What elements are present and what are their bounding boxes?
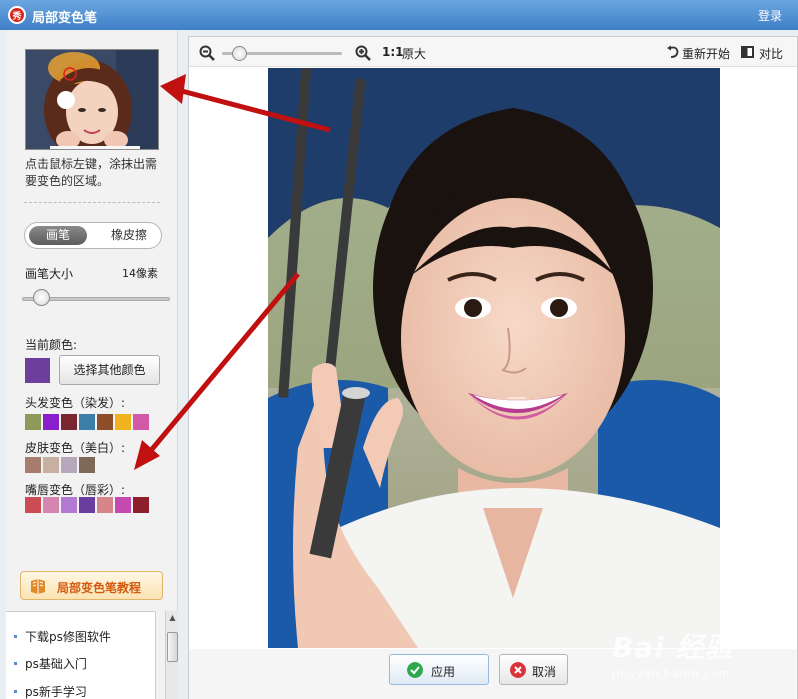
tutorial-label: 局部变色笔教程 [57,581,142,595]
skin-color-swatch[interactable] [79,457,95,473]
lip-color-swatch[interactable] [133,497,149,513]
apply-label: 应用 [431,665,456,679]
lip-color-swatches [25,497,149,513]
lip-color-swatch[interactable] [79,497,95,513]
brush-size-value: 14像素 [122,267,158,280]
current-color-label: 当前颜色: [25,338,78,352]
hair-color-swatch[interactable] [97,414,113,430]
restart-button[interactable]: 重新开始 [682,45,730,62]
title-bar: 秀 局部变色笔 登录 [0,0,798,30]
pick-other-color-button[interactable]: 选择其他颜色 [59,355,160,385]
link-item[interactable]: 下载ps修图软件 [14,628,154,648]
current-color-swatch [25,358,50,383]
hair-color-label: 头发变色（染发）: [25,396,126,410]
preview-thumbnail [25,49,159,150]
lip-color-swatch[interactable] [97,497,113,513]
window-title: 局部变色笔 [32,11,98,26]
canvas-toolbar: 1:1 原大 重新开始 对比 [189,37,797,67]
skin-color-swatch[interactable] [61,457,77,473]
book-icon [31,579,45,594]
skin-color-swatches [25,457,95,473]
zoom-slider-handle[interactable] [232,46,247,61]
divider [24,202,160,203]
close-icon [510,662,526,678]
skin-color-swatch[interactable] [43,457,59,473]
eraser-tool-button[interactable]: 橡皮擦 [99,226,159,245]
hair-color-swatch[interactable] [115,414,131,430]
hair-color-swatch[interactable] [79,414,95,430]
compare-button[interactable]: 对比 [759,45,783,62]
scroll-thumb[interactable] [167,632,178,662]
cancel-button[interactable]: 取消 [499,654,568,685]
lip-color-swatch[interactable] [115,497,131,513]
edited-photo[interactable] [268,68,720,648]
link-item[interactable]: ps新手学习 [14,683,154,699]
app-logo-char: 秀 [12,12,22,22]
skin-color-swatch[interactable] [25,457,41,473]
login-link[interactable]: 登录 [758,7,782,24]
related-links-list: 下载ps修图软件 ps基础入门 ps新手学习 [6,611,156,699]
hair-color-swatch[interactable] [25,414,41,430]
scroll-up-icon[interactable]: ▲ [166,613,179,623]
app-logo-icon: 秀 [8,6,26,24]
preview-portrait-image [26,50,158,149]
links-scrollbar[interactable]: ▲ [165,611,178,699]
cancel-label: 取消 [532,665,557,679]
main-canvas-area: 1:1 原大 重新开始 对比 应用 取消 [188,36,798,699]
zoom-in-icon[interactable] [355,45,371,61]
hair-color-swatch[interactable] [43,414,59,430]
original-size-button[interactable]: 原大 [402,45,426,62]
skin-color-label: 皮肤变色（美白）: [25,441,126,455]
checkmark-icon [407,662,423,678]
lip-color-swatch[interactable] [61,497,77,513]
hair-color-swatch[interactable] [61,414,77,430]
watermark-main: Bai 经验 [612,631,734,664]
zoom-out-icon[interactable] [199,45,215,61]
tool-toggle: 画笔 橡皮擦 [24,222,162,249]
original-size-ratio[interactable]: 1:1 [382,45,404,59]
tutorial-button[interactable]: 局部变色笔教程 [20,571,163,600]
baidu-watermark: Bai 经验 jingyan.baidu.com [612,626,762,686]
restart-icon[interactable] [666,45,680,59]
lip-color-swatch[interactable] [43,497,59,513]
instruction-text: 点击鼠标左键，涂抹出需要变色的区域。 [25,157,158,188]
compare-icon[interactable] [741,46,754,58]
hair-color-swatch[interactable] [133,414,149,430]
hair-color-swatches [25,414,149,430]
apply-button[interactable]: 应用 [389,654,489,685]
pen-tool-button[interactable]: 画笔 [29,226,87,245]
brush-size-label: 画笔大小 [25,267,74,281]
watermark-sub: jingyan.baidu.com [612,667,731,680]
lip-color-swatch[interactable] [25,497,41,513]
link-item[interactable]: ps基础入门 [14,655,154,675]
lip-color-label: 嘴唇变色（唇彩）: [25,483,126,497]
brush-size-slider-handle[interactable] [33,289,50,306]
portrait-photo-image [268,68,720,648]
left-panel: 点击鼠标左键，涂抹出需要变色的区域。 画笔 橡皮擦 画笔大小 14像素 当前颜色… [6,30,178,699]
